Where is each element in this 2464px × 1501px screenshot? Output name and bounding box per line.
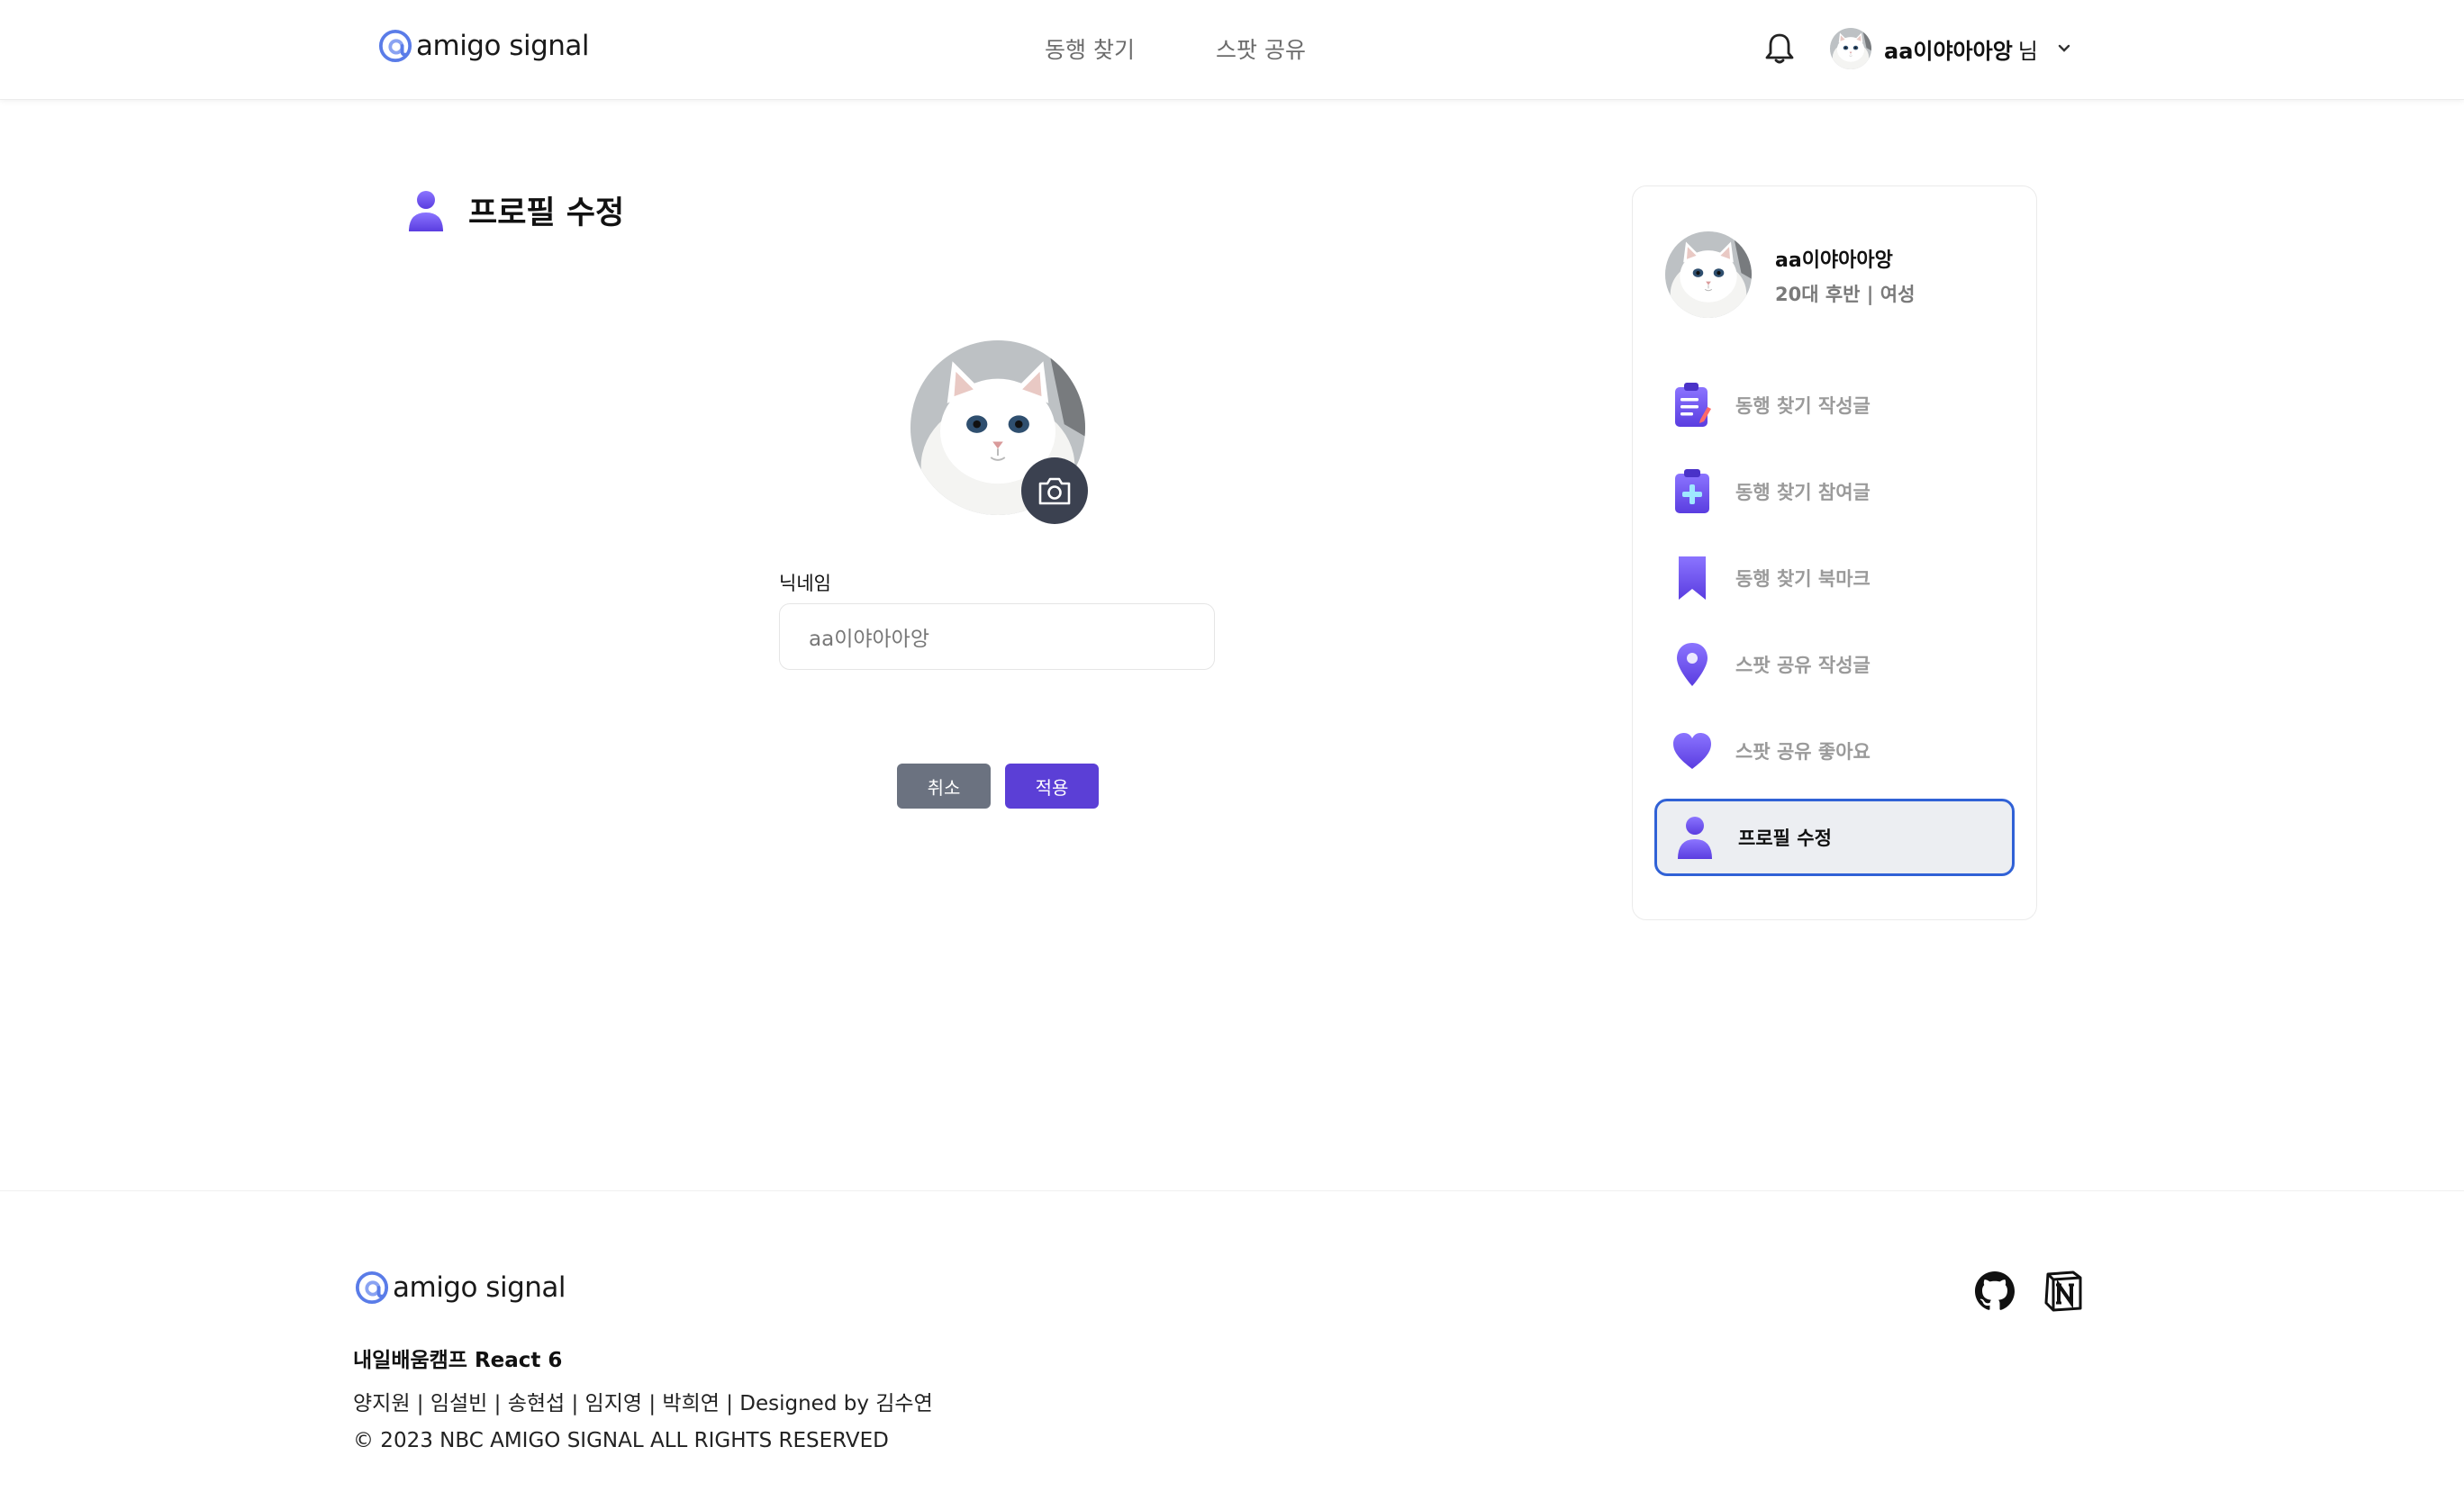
menu-label: 프로필 수정 (1738, 827, 1832, 849)
page-footer: amigo signal 내일배움캠프 React 6 양지원 | 임설빈 | … (0, 1190, 2464, 1501)
location-pin-icon (1677, 643, 1708, 686)
menu-label: 동행 찾기 참여글 (1735, 482, 1871, 503)
bell-icon[interactable] (1762, 31, 1798, 67)
camera-icon (1038, 477, 1071, 505)
sidebar-user-name: aa이야아아앙 (1775, 249, 1893, 272)
menu-profile-edit[interactable]: 프로필 수정 (1654, 799, 2015, 876)
menu-label: 스팟 공유 좋아요 (1735, 741, 1871, 763)
clipboard-plus-icon (1675, 469, 1709, 513)
top-header: amigo signal 동행 찾기 스팟 공유 aa이야아아앙 님 (0, 0, 2464, 100)
user-icon (409, 190, 443, 231)
notion-icon[interactable] (2041, 1269, 2086, 1314)
nav-companion[interactable]: 동행 찾기 (1045, 32, 1135, 65)
logo-text: amigo signal (416, 30, 590, 62)
nickname-label: 닉네임 (779, 573, 831, 594)
nickname-input[interactable] (779, 603, 1215, 670)
footer-copyright: © 2023 NBC AMIGO SIGNAL ALL RIGHTS RESER… (353, 1429, 889, 1452)
menu-companion-posts[interactable]: 동행 찾기 작성글 (1654, 366, 2015, 444)
chevron-down-icon (2058, 44, 2070, 52)
github-icon[interactable] (1972, 1269, 2017, 1314)
menu-label: 동행 찾기 작성글 (1735, 395, 1871, 417)
cancel-button[interactable]: 취소 (897, 764, 991, 809)
logo-at-icon (378, 29, 412, 63)
change-photo-button[interactable] (1021, 457, 1088, 524)
user-icon (1678, 817, 1712, 859)
logo-text: amigo signal (393, 1271, 566, 1304)
bookmark-icon (1679, 556, 1706, 600)
footer-members: 양지원 | 임설빈 | 송현섭 | 임지영 | 박희연 | Designed b… (353, 1392, 933, 1415)
page-header: 프로필 수정 (405, 187, 624, 233)
sidebar-avatar (1665, 231, 1752, 318)
logo-at-icon (355, 1270, 389, 1305)
user-name: aa이야아아앙 (1884, 38, 2013, 64)
menu-companion-joined[interactable]: 동행 찾기 참여글 (1654, 453, 2015, 530)
avatar (1830, 28, 1871, 69)
user-suffix: 님 (2017, 38, 2038, 64)
footer-camp: 내일배움캠프 React 6 (353, 1349, 563, 1372)
user-menu[interactable]: aa이야아아앙 님 (1830, 27, 2074, 70)
footer-logo[interactable]: amigo signal (355, 1270, 566, 1305)
sidebar-user-meta: 20대 후반 | 여성 (1775, 284, 1916, 305)
clipboard-pen-icon (1675, 383, 1711, 427)
apply-button[interactable]: 적용 (1005, 764, 1099, 809)
menu-companion-bookmarks[interactable]: 동행 찾기 북마크 (1654, 539, 2015, 617)
menu-spot-likes[interactable]: 스팟 공유 좋아요 (1654, 712, 2015, 790)
header-logo[interactable]: amigo signal (378, 29, 590, 63)
mypage-sidebar: aa이야아아앙 20대 후반 | 여성 동행 찾기 작성글 동행 찾기 참여글 (1632, 185, 2037, 920)
heart-icon (1673, 733, 1711, 769)
menu-label: 동행 찾기 북마크 (1735, 568, 1871, 590)
page-title: 프로필 수정 (468, 195, 625, 231)
menu-label: 스팟 공유 작성글 (1735, 655, 1871, 676)
menu-spot-posts[interactable]: 스팟 공유 작성글 (1654, 626, 2015, 703)
nav-spot-share[interactable]: 스팟 공유 (1216, 32, 1306, 65)
